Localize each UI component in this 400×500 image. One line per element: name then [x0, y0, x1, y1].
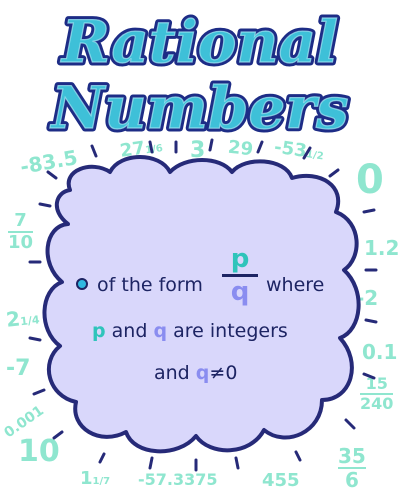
variable-q: q	[195, 362, 210, 384]
definition-line-3: and q≠0	[154, 362, 237, 384]
variable-p: p	[92, 320, 106, 342]
definition-text: where	[266, 274, 325, 296]
bullet-icon	[76, 277, 88, 290]
definition-text: and	[154, 362, 190, 384]
definition-text: are integers	[173, 320, 288, 342]
fraction-p-over-q: p q	[220, 246, 260, 305]
definition-line-2: p and q are integers	[92, 320, 288, 342]
fraction-numerator: p	[230, 244, 250, 274]
variable-q: q	[153, 320, 168, 342]
definition-text: of the form	[97, 274, 203, 296]
rational-numbers-poster: -83.5 271/6 3 29 -531/2 7 10 21/4 -7 0.0…	[0, 0, 400, 500]
definition-line-1: of the form	[76, 274, 203, 296]
fraction-denominator: q	[230, 277, 250, 307]
definition: of the form p q where p and q are intege…	[0, 0, 400, 500]
definition-text: and	[111, 320, 148, 342]
definition-line-1-end: where	[266, 274, 324, 296]
not-equal-zero: ≠0	[209, 362, 238, 384]
